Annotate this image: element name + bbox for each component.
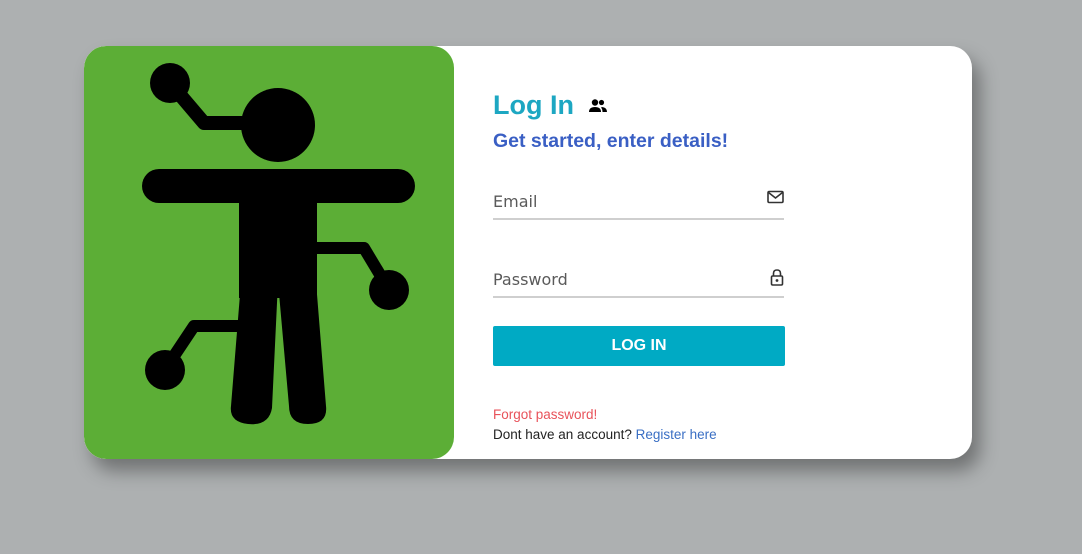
- register-prompt: Dont have an account?: [493, 427, 632, 442]
- illustration-panel: [84, 46, 454, 459]
- password-field-wrapper: [493, 264, 784, 298]
- subtitle: Get started, enter details!: [493, 130, 729, 152]
- email-field[interactable]: [493, 186, 753, 216]
- lock-icon: [770, 268, 784, 291]
- page-title: Log In: [493, 90, 574, 120]
- register-link[interactable]: Register here: [636, 427, 717, 442]
- cyborg-figure-icon: [142, 63, 415, 425]
- login-form: Log In Get started, enter details! Email…: [493, 46, 793, 459]
- email-field-wrapper: [493, 186, 784, 220]
- mail-icon: [767, 190, 784, 209]
- login-card: Log In Get started, enter details! Email…: [84, 46, 972, 459]
- password-field[interactable]: [493, 264, 753, 294]
- title-row: Log In: [493, 90, 608, 121]
- register-row: Dont have an account? Register here: [493, 427, 717, 442]
- login-button[interactable]: LOG IN: [493, 326, 785, 366]
- users-icon: [588, 98, 608, 114]
- forgot-password-link[interactable]: Forgot password!: [493, 407, 597, 422]
